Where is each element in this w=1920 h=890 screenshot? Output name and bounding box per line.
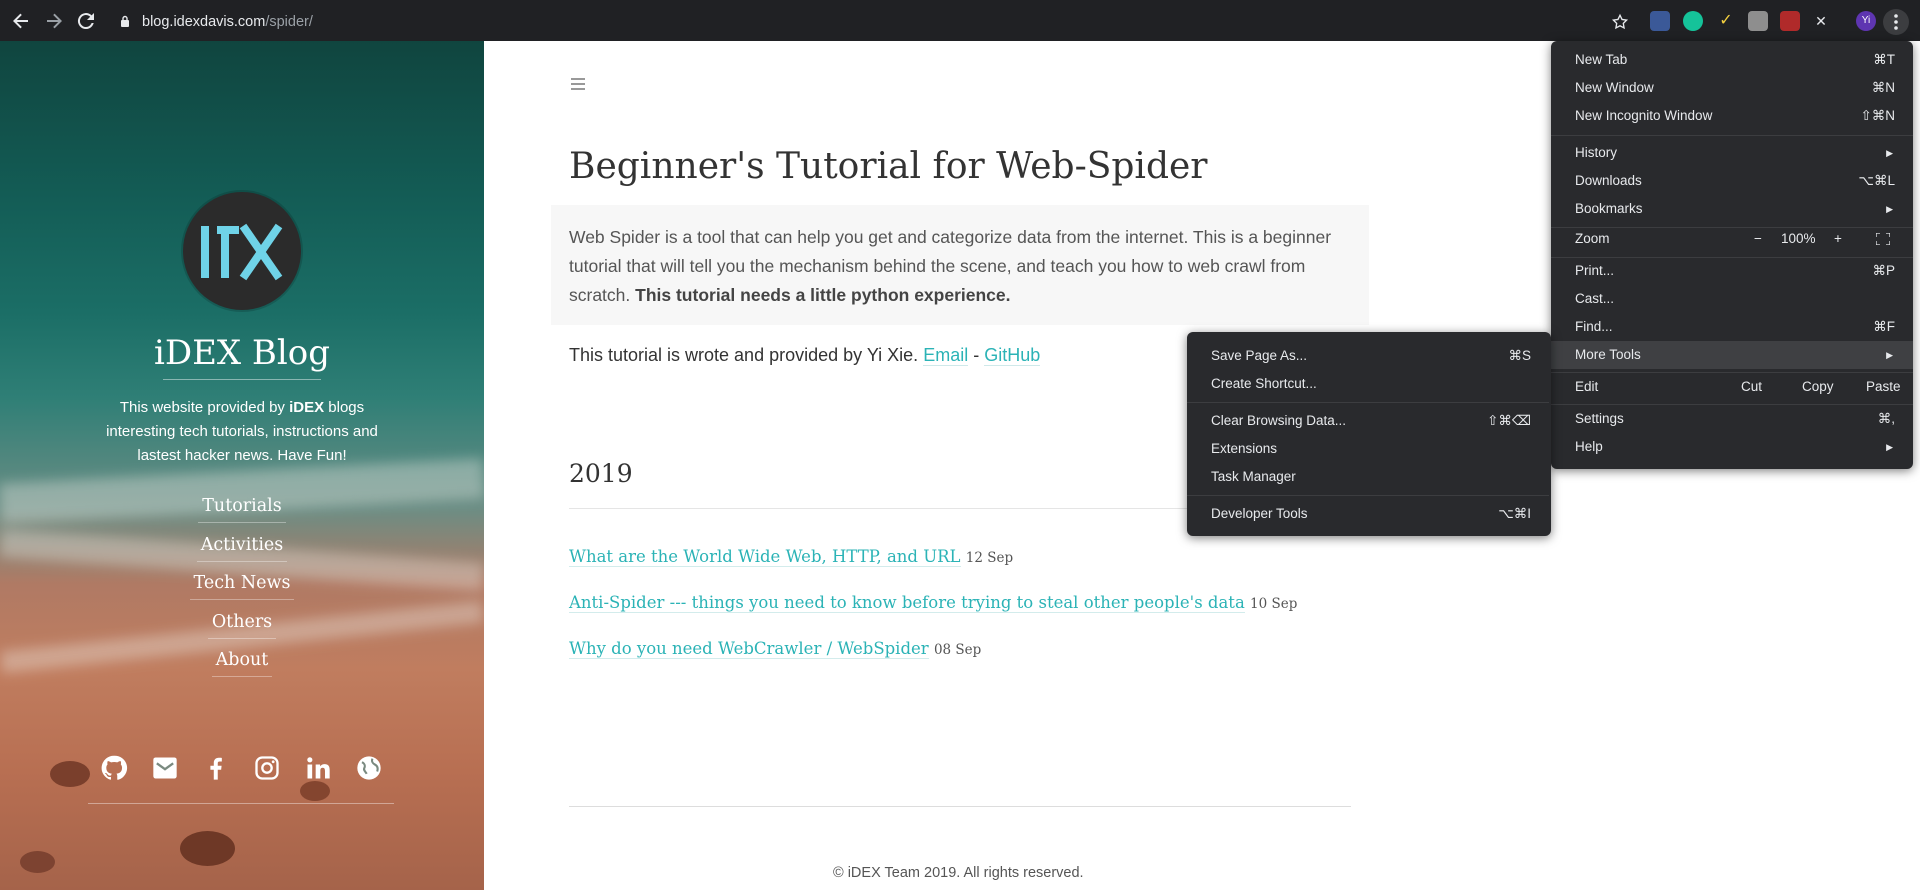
idex-logo-icon bbox=[201, 223, 283, 281]
intro-box: Web Spider is a tool that can help you g… bbox=[551, 205, 1369, 325]
sidebar-item-others[interactable]: Others bbox=[0, 612, 484, 639]
menu-item-task-manager[interactable]: Task Manager bbox=[1187, 463, 1549, 491]
bookmark-star-icon[interactable] bbox=[1611, 13, 1629, 31]
menu-item-more-tools[interactable]: More Tools ▶ bbox=[1551, 341, 1913, 369]
footer-divider bbox=[569, 806, 1351, 807]
grammarly-icon[interactable] bbox=[1683, 11, 1703, 31]
back-icon[interactable] bbox=[9, 9, 33, 33]
facebook-icon[interactable] bbox=[202, 754, 230, 782]
post-date: 08 Sep bbox=[933, 642, 982, 658]
submenu-arrow-icon: ▶ bbox=[1886, 148, 1893, 158]
blog-title[interactable]: iDEX Blog bbox=[0, 333, 484, 373]
k-extension-icon[interactable] bbox=[1748, 11, 1768, 31]
post-link[interactable]: Anti-Spider --- things you need to know … bbox=[569, 593, 1245, 613]
menu-item-downloads[interactable]: Downloads ⌥⌘L bbox=[1551, 167, 1913, 195]
page-title: Beginner's Tutorial for Web-Spider bbox=[569, 146, 1208, 187]
submenu-arrow-icon: ▶ bbox=[1886, 350, 1893, 360]
menu-item-zoom: Zoom − 100% + bbox=[1551, 225, 1913, 253]
menu-item-edit: Edit Cut Copy Paste bbox=[1551, 373, 1913, 401]
instagram-icon[interactable] bbox=[253, 754, 281, 782]
copyright-text: © iDEX Team 2019. All rights reserved. bbox=[833, 865, 1084, 881]
forward-icon[interactable] bbox=[42, 9, 66, 33]
menu-item-clear-browsing-data[interactable]: Clear Browsing Data... ⇧⌘⌫ bbox=[1187, 407, 1549, 435]
pdf-icon[interactable] bbox=[1780, 11, 1800, 31]
profile-avatar[interactable]: Yi bbox=[1856, 11, 1876, 31]
globe-icon[interactable] bbox=[355, 754, 383, 782]
post-date: 10 Sep bbox=[1250, 596, 1298, 612]
sidebar-divider bbox=[88, 803, 394, 804]
menu-item-new-tab[interactable]: New Tab ⌘T bbox=[1551, 46, 1913, 74]
menu-item-new-window[interactable]: New Window ⌘N bbox=[1551, 74, 1913, 102]
x-extension-icon[interactable]: ✕ bbox=[1811, 11, 1831, 31]
hamburger-icon[interactable] bbox=[571, 78, 585, 90]
sidebar-item-tech-news[interactable]: Tech News bbox=[0, 573, 484, 600]
list-item: What are the World Wide Web, HTTP, and U… bbox=[569, 547, 1014, 567]
menu-item-find[interactable]: Find... ⌘F bbox=[1551, 313, 1913, 341]
list-item: Anti-Spider --- things you need to know … bbox=[569, 593, 1298, 613]
sidebar-item-about[interactable]: About bbox=[0, 650, 484, 677]
submenu-arrow-icon: ▶ bbox=[1886, 442, 1893, 452]
lock-icon bbox=[121, 15, 129, 27]
menu-item-save-page[interactable]: Save Page As... ⌘S bbox=[1187, 342, 1549, 370]
list-item: Why do you need WebCrawler / WebSpider 0… bbox=[569, 639, 982, 659]
fullscreen-icon[interactable] bbox=[1876, 233, 1890, 245]
github-link[interactable]: GitHub bbox=[984, 345, 1041, 366]
menu-item-extensions[interactable]: Extensions bbox=[1187, 435, 1549, 463]
menu-item-history[interactable]: History ▶ bbox=[1551, 139, 1913, 167]
zoom-in-button[interactable]: + bbox=[1834, 225, 1842, 253]
menu-item-settings[interactable]: Settings ⌘, bbox=[1551, 405, 1913, 433]
kebab-icon bbox=[1894, 14, 1898, 30]
submenu-arrow-icon: ▶ bbox=[1886, 204, 1893, 214]
check-icon[interactable]: ✓ bbox=[1716, 11, 1736, 31]
linkedin-icon[interactable] bbox=[304, 754, 332, 782]
paste-button[interactable]: Paste bbox=[1866, 373, 1901, 401]
menu-item-create-shortcut[interactable]: Create Shortcut... bbox=[1187, 370, 1549, 398]
menu-item-developer-tools[interactable]: Developer Tools ⌥⌘I bbox=[1187, 500, 1549, 528]
blog-logo[interactable] bbox=[183, 192, 301, 310]
sidebar-item-tutorials[interactable]: Tutorials bbox=[0, 496, 484, 523]
menu-item-help[interactable]: Help ▶ bbox=[1551, 433, 1913, 461]
copy-button[interactable]: Copy bbox=[1802, 373, 1834, 401]
credit-line: This tutorial is wrote and provided by Y… bbox=[569, 345, 1041, 366]
year-heading: 2019 bbox=[569, 459, 633, 488]
cut-button[interactable]: Cut bbox=[1741, 373, 1762, 401]
email-link[interactable]: Email bbox=[923, 345, 969, 366]
post-link[interactable]: Why do you need WebCrawler / WebSpider bbox=[569, 639, 929, 659]
zoom-out-button[interactable]: − bbox=[1754, 225, 1762, 253]
blog-sidebar: iDEX Blog This website provided by iDEX … bbox=[0, 41, 484, 890]
address-bar[interactable]: blog.idexdavis.com/spider/ bbox=[142, 12, 313, 32]
email-icon[interactable] bbox=[151, 754, 179, 782]
post-link[interactable]: What are the World Wide Web, HTTP, and U… bbox=[569, 547, 961, 567]
more-tools-submenu: Save Page As... ⌘S Create Shortcut... Cle… bbox=[1187, 332, 1551, 536]
post-date: 12 Sep bbox=[965, 550, 1014, 566]
browser-toolbar: blog.idexdavis.com/spider/ ✓ ✕ Yi bbox=[0, 0, 1920, 41]
title-underline bbox=[163, 379, 321, 380]
chrome-menu: New Tab ⌘T New Window ⌘N New Incognito Win… bbox=[1551, 41, 1913, 469]
reload-icon[interactable] bbox=[74, 9, 98, 33]
zoom-level: 100% bbox=[1781, 231, 1816, 246]
off-extension-icon[interactable] bbox=[1650, 11, 1670, 31]
blog-description: This website provided by iDEX blogs inte… bbox=[106, 399, 378, 464]
chrome-menu-button[interactable] bbox=[1883, 9, 1909, 35]
menu-item-new-incognito[interactable]: New Incognito Window ⇧⌘N bbox=[1551, 102, 1913, 130]
menu-item-print[interactable]: Print... ⌘P bbox=[1551, 257, 1913, 285]
sidebar-item-activities[interactable]: Activities bbox=[0, 535, 484, 562]
github-icon[interactable] bbox=[100, 754, 128, 782]
menu-item-cast[interactable]: Cast... bbox=[1551, 285, 1913, 313]
menu-item-bookmarks[interactable]: Bookmarks ▶ bbox=[1551, 195, 1913, 223]
